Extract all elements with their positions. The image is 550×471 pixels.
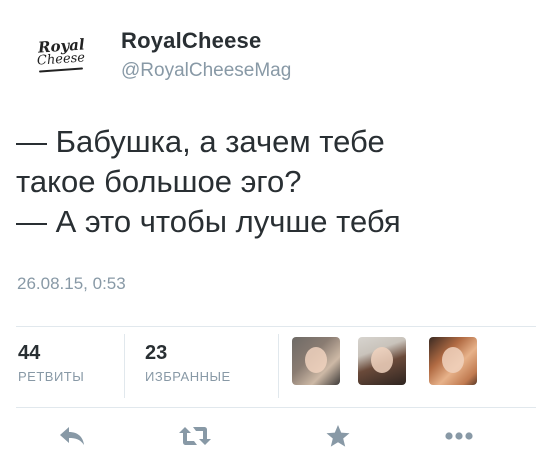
reply-button[interactable]: [52, 418, 92, 454]
face-shape: [305, 347, 327, 373]
tweet-card: Royal Cheese RoyalCheese @RoyalCheeseMag…: [0, 0, 550, 471]
tweet-text-line: — А это чтобы лучше тебя: [16, 204, 401, 239]
retweet-icon: [179, 427, 211, 445]
tweet-text-line: такое большое эго?: [16, 164, 302, 199]
retweets-count: 44: [18, 342, 41, 364]
more-options-button[interactable]: [439, 418, 479, 454]
logo-underline: [38, 67, 84, 73]
reply-icon: [60, 427, 84, 445]
author-handle[interactable]: @RoyalCheeseMag: [121, 60, 291, 82]
retweets-label: РЕТВИТЫ: [18, 369, 85, 384]
retweets-stat[interactable]: 44 РЕТВИТЫ: [18, 342, 84, 384]
favorited-user-avatar[interactable]: [292, 337, 340, 385]
favorited-user-avatar[interactable]: [358, 337, 406, 385]
favorite-button[interactable]: [318, 418, 358, 454]
logo-text-line2: Cheese: [36, 50, 86, 69]
face-shape: [442, 347, 464, 373]
star-icon: [326, 425, 350, 447]
tweet-timestamp[interactable]: 26.08.15, 0:53: [17, 274, 126, 294]
favorites-stat[interactable]: 23 ИЗБРАННЫЕ: [145, 342, 231, 384]
author-display-name[interactable]: RoyalCheese: [121, 28, 261, 54]
stats-separator: [124, 334, 125, 398]
retweet-button[interactable]: [175, 418, 215, 454]
ellipsis-icon: [445, 432, 473, 440]
author-avatar-logo[interactable]: Royal Cheese: [30, 30, 92, 80]
actions-divider: [16, 407, 536, 408]
favorited-user-avatar[interactable]: [429, 337, 477, 385]
favorites-count: 23: [145, 342, 168, 364]
tweet-text: — Бабушка, а зачем тебе такое большое эг…: [16, 122, 536, 242]
stats-divider-top: [16, 326, 536, 327]
tweet-text-line: — Бабушка, а зачем тебе: [16, 124, 385, 159]
favorites-label: ИЗБРАННЫЕ: [145, 369, 231, 384]
face-shape: [371, 347, 393, 373]
stats-separator: [278, 334, 279, 398]
